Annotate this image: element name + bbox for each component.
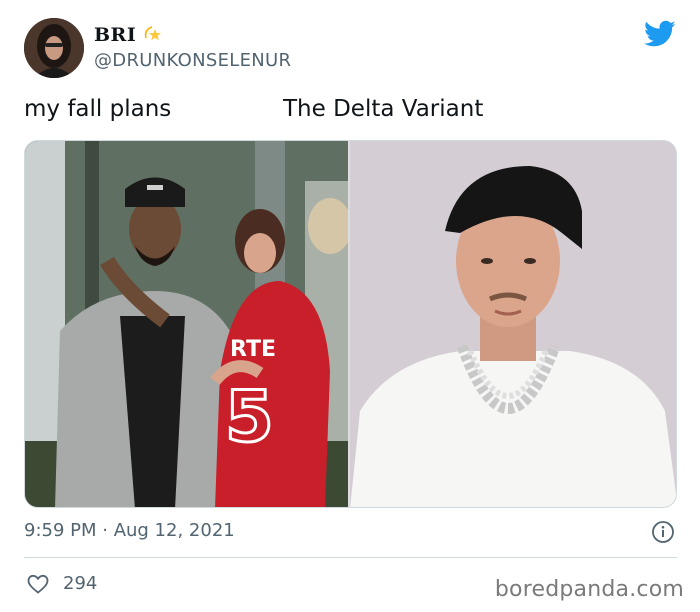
svg-text:5: 5 — [225, 376, 274, 458]
source-watermark: boredpanda.com — [494, 577, 684, 602]
like-count[interactable]: 294 — [63, 573, 97, 594]
photo-couple[interactable]: RTE 5 — [25, 141, 349, 507]
author-name-row[interactable]: BRI — [94, 22, 164, 48]
tweet-media[interactable]: RTE 5 — [24, 140, 677, 508]
avatar[interactable] — [24, 18, 84, 78]
tweet-card: BRI @DRUNKONSELENUR my fall plans The De… — [0, 0, 700, 612]
author-handle[interactable]: @DRUNKONSELENUR — [94, 50, 291, 71]
photo-delta-variant-illustration — [350, 141, 676, 507]
heart-icon[interactable] — [26, 572, 50, 596]
tweet-text-left: my fall plans — [24, 96, 172, 122]
twitter-bird-icon[interactable] — [644, 20, 676, 48]
info-icon[interactable] — [651, 520, 675, 544]
photo-delta-variant[interactable] — [350, 141, 676, 507]
dizzy-star-emoji — [142, 22, 164, 48]
photo-couple-illustration: RTE 5 — [25, 141, 349, 507]
tweet-text-right: The Delta Variant — [283, 96, 484, 122]
svg-text:RTE: RTE — [230, 337, 276, 362]
divider — [24, 557, 677, 558]
avatar-photo — [24, 18, 84, 78]
tweet-timestamp[interactable]: 9:59 PM · Aug 12, 2021 — [24, 520, 235, 541]
display-name[interactable]: BRI — [94, 24, 136, 46]
